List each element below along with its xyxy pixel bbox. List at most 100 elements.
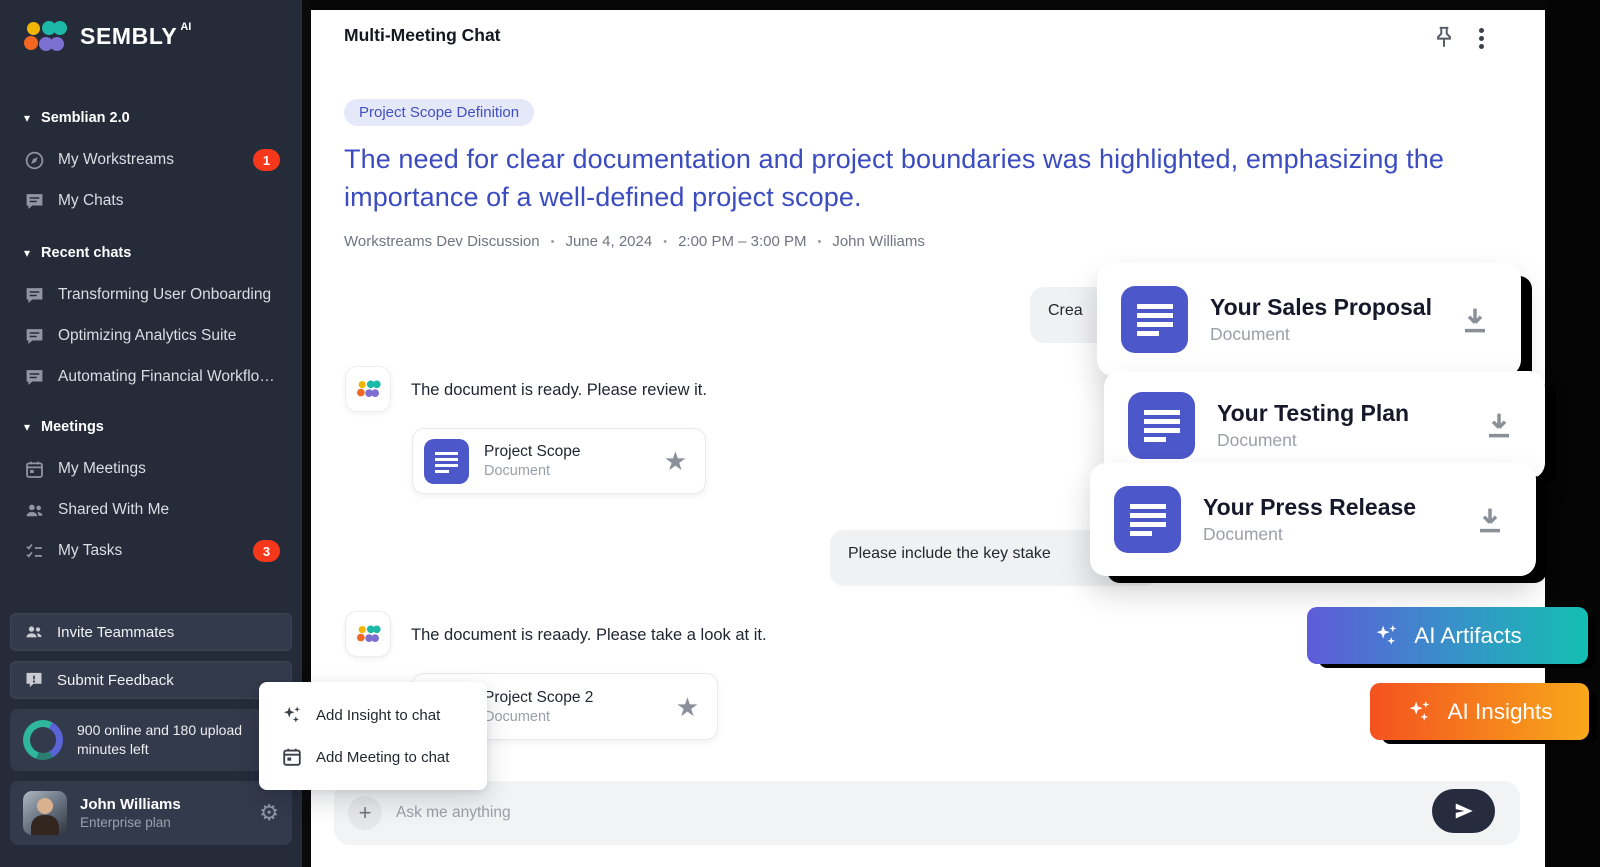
menu-item-add-insight[interactable]: Add Insight to chat	[259, 694, 487, 736]
sidebar-item-label: Optimizing Analytics Suite	[58, 327, 236, 345]
download-icon[interactable]	[1483, 409, 1515, 441]
sidebar-item-my-meetings[interactable]: My Meetings	[0, 449, 302, 489]
artifact-card-press-release[interactable]: Your Press Release Document	[1090, 463, 1536, 576]
send-icon	[1453, 800, 1475, 822]
page-title: Multi-Meeting Chat	[344, 25, 501, 46]
brand-name: SEMBLY	[80, 23, 177, 50]
compass-icon	[24, 150, 45, 171]
sidebar-item-my-chats[interactable]: My Chats	[0, 181, 302, 221]
document-type: Document	[484, 463, 581, 479]
document-icon	[1114, 486, 1181, 553]
avatar	[23, 791, 67, 835]
chat-input[interactable]	[396, 781, 1376, 845]
document-title: Project Scope	[484, 443, 581, 461]
sidebar-footer: Invite Teammates Submit Feedback 900 onl…	[10, 613, 292, 845]
star-icon[interactable]: ★	[664, 448, 687, 474]
kebab-menu-icon[interactable]	[1479, 28, 1484, 33]
chat-composer: +	[334, 781, 1520, 845]
bot-avatar	[345, 366, 391, 412]
sparkles-icon	[281, 704, 303, 726]
chat-icon	[24, 285, 45, 306]
document-card-project-scope[interactable]: Project Scope Document ★	[412, 428, 706, 494]
bot-message: The document is reaady. Please take a lo…	[411, 626, 767, 645]
artifact-title: Your Sales Proposal	[1210, 294, 1432, 321]
app-logo[interactable]: SEMBLY AI	[24, 22, 191, 50]
meta-separator: •	[817, 236, 821, 248]
gear-icon[interactable]: ⚙	[259, 802, 279, 824]
chevron-down-icon: ▾	[24, 112, 30, 124]
user-plan: Enterprise plan	[80, 815, 181, 830]
sidebar-item-label: My Chats	[58, 192, 123, 210]
bot-message: The document is ready. Please review it.	[411, 381, 707, 400]
sembly-logo-icon	[357, 381, 381, 396]
sidebar-item-label: Shared With Me	[58, 501, 169, 519]
feedback-icon	[24, 670, 44, 690]
sidebar-item-recent-1[interactable]: Transforming User Onboarding	[0, 275, 302, 315]
summary-heading: The need for clear documentation and pro…	[344, 140, 1464, 217]
download-icon[interactable]	[1459, 304, 1491, 336]
app-root: SEMBLY AI ▾ Semblian 2.0 My Workstreams …	[0, 0, 1600, 867]
usage-card[interactable]: 900 online and 180 upload minutes left	[10, 709, 292, 771]
sidebar-item-recent-3[interactable]: Automating Financial Workflo…	[0, 357, 302, 397]
tasks-icon	[24, 541, 45, 562]
sparkles-icon	[1373, 622, 1400, 649]
invite-teammates-label: Invite Teammates	[57, 624, 174, 641]
meeting-meta: Workstreams Dev Discussion • June 4, 202…	[344, 233, 925, 250]
sidebar-group-meetings[interactable]: ▾ Meetings	[0, 412, 302, 442]
user-profile-card[interactable]: John Williams Enterprise plan ⚙	[10, 781, 292, 845]
document-icon	[424, 439, 469, 484]
artifact-type: Document	[1210, 324, 1432, 345]
document-icon	[1121, 286, 1188, 353]
send-button[interactable]	[1432, 789, 1495, 833]
calendar-icon	[24, 459, 45, 480]
pin-icon[interactable]	[1431, 24, 1457, 50]
artifact-type: Document	[1217, 430, 1409, 451]
sidebar-item-my-workstreams[interactable]: My Workstreams 1	[0, 140, 302, 180]
sidebar-item-label: My Tasks	[58, 542, 122, 560]
topic-tag[interactable]: Project Scope Definition	[344, 99, 534, 126]
sidebar-group-semblian[interactable]: ▾ Semblian 2.0	[0, 103, 302, 133]
meta-date: June 4, 2024	[565, 233, 652, 250]
document-title: Project Scope 2	[484, 689, 593, 707]
ai-insights-button[interactable]: AI Insights	[1370, 683, 1589, 740]
document-icon	[1128, 392, 1195, 459]
star-icon[interactable]: ★	[676, 694, 699, 720]
menu-item-label: Add Insight to chat	[316, 707, 440, 724]
meta-separator: •	[663, 236, 667, 248]
artifact-type: Document	[1203, 524, 1416, 545]
artifact-card-sales-proposal[interactable]: Your Sales Proposal Document	[1097, 263, 1521, 376]
calendar-icon	[281, 746, 303, 768]
meta-separator: •	[551, 236, 555, 248]
bot-avatar	[345, 611, 391, 657]
sidebar-item-my-tasks[interactable]: My Tasks 3	[0, 531, 302, 571]
ai-artifacts-label: AI Artifacts	[1414, 623, 1522, 649]
people-icon	[24, 500, 45, 521]
document-type: Document	[484, 709, 593, 725]
menu-item-add-meeting[interactable]: Add Meeting to chat	[259, 736, 487, 778]
menu-item-label: Add Meeting to chat	[316, 749, 449, 766]
submit-feedback-button[interactable]: Submit Feedback	[10, 661, 292, 699]
sidebar-item-label: Automating Financial Workflo…	[58, 368, 275, 386]
ai-artifacts-button[interactable]: AI Artifacts	[1307, 607, 1588, 664]
chevron-down-icon: ▾	[24, 247, 30, 259]
ai-insights-label: AI Insights	[1447, 699, 1552, 725]
sidebar-item-shared-with-me[interactable]: Shared With Me	[0, 490, 302, 530]
chat-icon	[24, 191, 45, 212]
chat-icon	[24, 326, 45, 347]
meta-time: 2:00 PM – 3:00 PM	[678, 233, 806, 250]
group-label: Meetings	[41, 419, 104, 435]
workstreams-badge: 1	[253, 149, 280, 171]
sidebar-item-label: Transforming User Onboarding	[58, 286, 271, 304]
download-icon[interactable]	[1474, 504, 1506, 536]
sembly-logo-icon	[357, 626, 381, 641]
sidebar-item-label: My Meetings	[58, 460, 146, 478]
sidebar: SEMBLY AI ▾ Semblian 2.0 My Workstreams …	[0, 0, 302, 867]
usage-ring-chart	[23, 720, 63, 760]
brand-suffix: AI	[180, 21, 191, 33]
invite-teammates-button[interactable]: Invite Teammates	[10, 613, 292, 651]
context-menu: Add Insight to chat Add Meeting to chat	[259, 682, 487, 790]
sidebar-item-recent-2[interactable]: Optimizing Analytics Suite	[0, 316, 302, 356]
user-name: John Williams	[80, 796, 181, 813]
plus-icon[interactable]: +	[348, 796, 382, 830]
sidebar-group-recent-chats[interactable]: ▾ Recent chats	[0, 238, 302, 268]
